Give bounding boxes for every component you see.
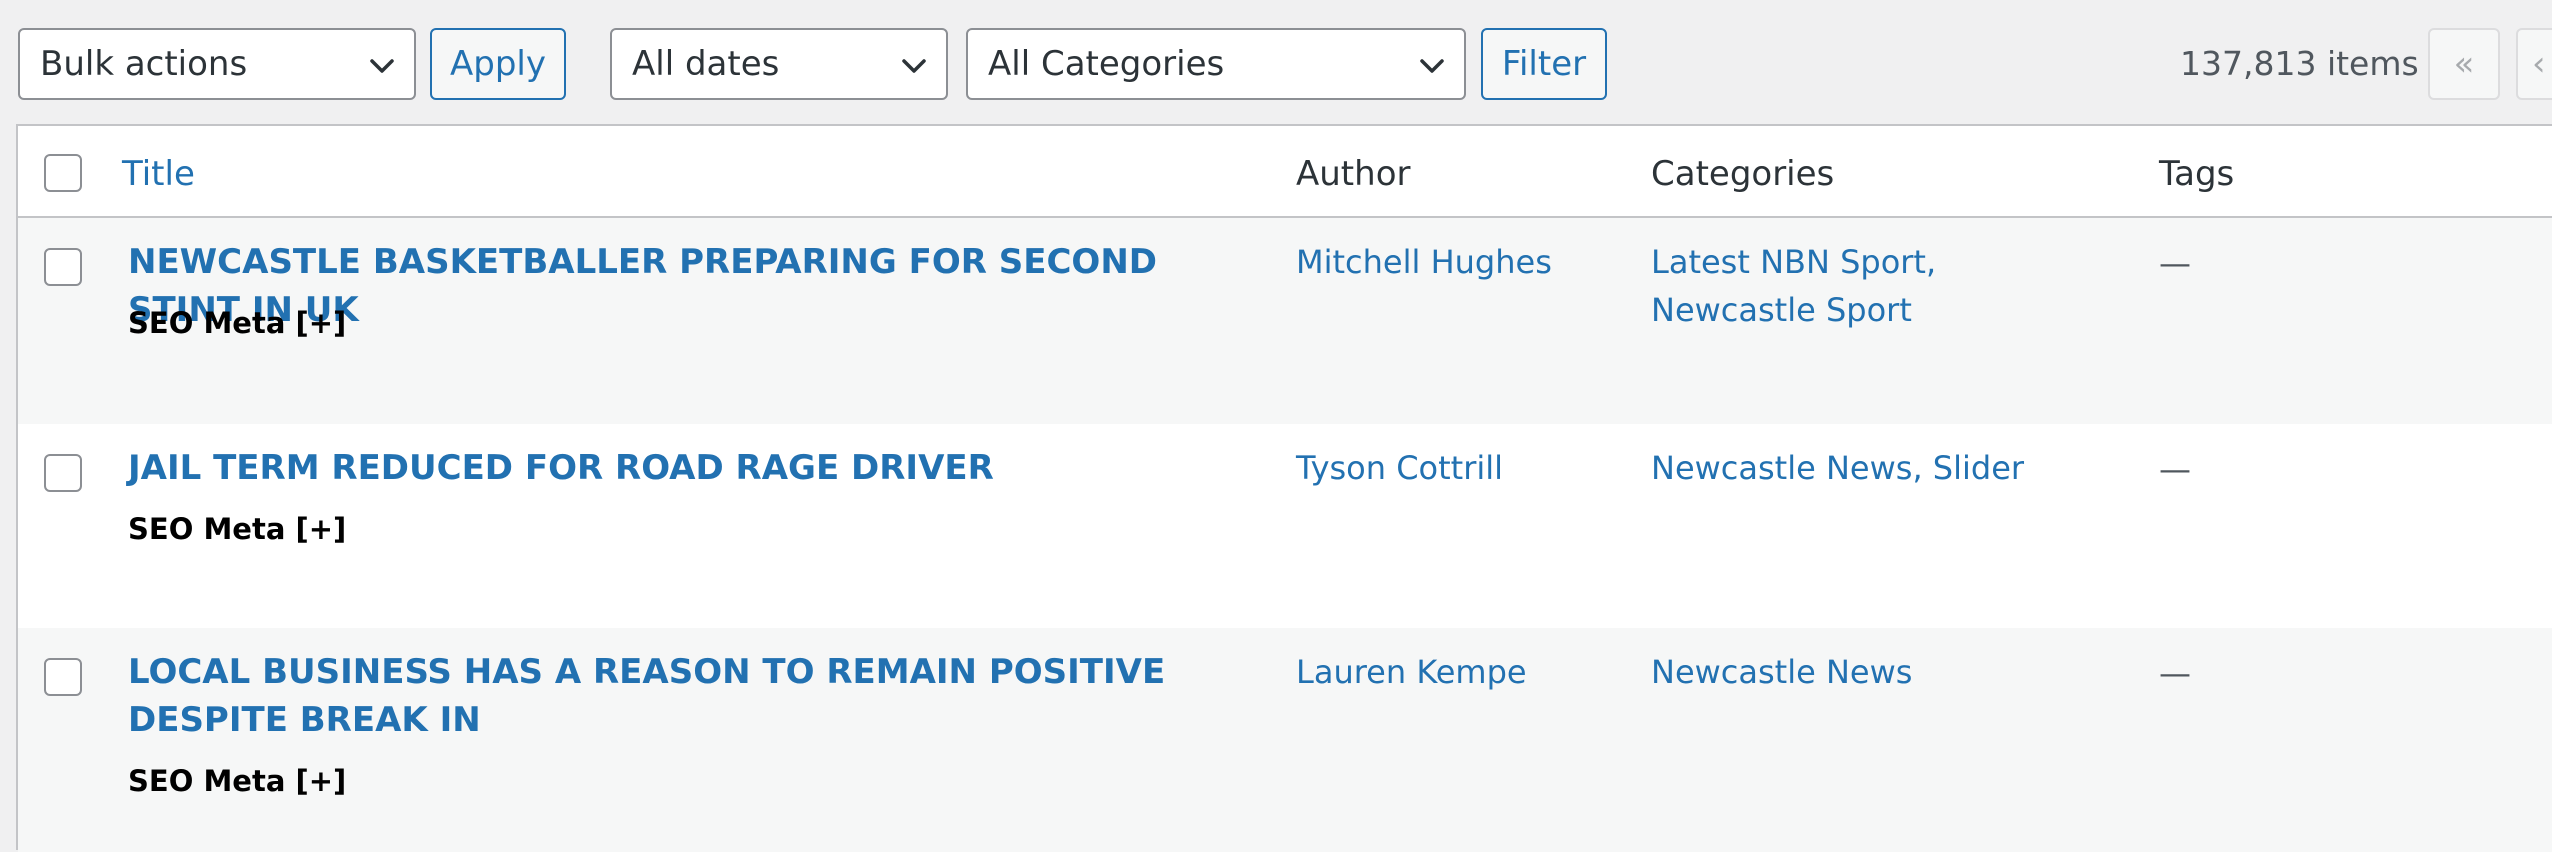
post-title-link[interactable]: LOCAL BUSINESS HAS A REASON TO REMAIN PO… xyxy=(128,648,1228,744)
tags-value: — xyxy=(2159,450,2191,488)
post-title-link[interactable]: JAIL TERM REDUCED FOR ROAD RAGE DRIVER xyxy=(128,444,1228,492)
categories-label: All Categories xyxy=(988,44,1225,84)
categories-select[interactable]: All Categories xyxy=(966,28,1466,100)
chevron-down-icon xyxy=(370,59,394,73)
prev-page-button[interactable]: ‹ xyxy=(2516,28,2552,100)
title-column-header[interactable]: Title xyxy=(122,154,195,194)
categories-column-header: Categories xyxy=(1651,154,1835,194)
author-link[interactable]: Tyson Cottrill xyxy=(1296,444,1503,492)
seo-meta-toggle[interactable]: SEO Meta [+] xyxy=(128,764,346,798)
table-row: JAIL TERM REDUCED FOR ROAD RAGE DRIVER S… xyxy=(18,424,2552,628)
tags-column-header: Tags xyxy=(2159,154,2235,194)
bulk-actions-label: Bulk actions xyxy=(40,44,248,84)
dates-label: All dates xyxy=(632,44,780,84)
select-all-checkbox[interactable] xyxy=(44,154,82,192)
row-checkbox[interactable] xyxy=(44,454,82,492)
table-row: NEWCASTLE BASKETBALLER PREPARING FOR SEC… xyxy=(18,218,2552,424)
chevron-down-icon xyxy=(902,59,926,73)
seo-meta-toggle[interactable]: SEO Meta [+] xyxy=(128,512,346,546)
categories-links[interactable]: Newcastle News, Slider xyxy=(1651,444,2091,492)
author-link[interactable]: Lauren Kempe xyxy=(1296,648,1527,696)
first-page-button[interactable]: « xyxy=(2428,28,2500,100)
author-column-header: Author xyxy=(1296,154,1411,194)
tags-value: — xyxy=(2159,654,2191,692)
table-row: LOCAL BUSINESS HAS A REASON TO REMAIN PO… xyxy=(18,628,2552,852)
table-header: Title Author Categories Tags xyxy=(18,126,2552,218)
filter-button[interactable]: Filter xyxy=(1481,28,1607,100)
categories-links[interactable]: Newcastle News xyxy=(1651,648,2091,696)
posts-table: Title Author Categories Tags NEWCASTLE B… xyxy=(16,124,2552,852)
row-checkbox[interactable] xyxy=(44,658,82,696)
dates-select[interactable]: All dates xyxy=(610,28,948,100)
row-checkbox[interactable] xyxy=(44,248,82,286)
categories-links[interactable]: Latest NBN Sport, Newcastle Sport xyxy=(1651,238,2091,334)
chevron-down-icon xyxy=(1420,59,1444,73)
items-count: 137,813 items xyxy=(2180,44,2419,83)
tags-value: — xyxy=(2159,244,2191,282)
table-toolbar: Bulk actions Apply All dates All Categor… xyxy=(0,0,2552,125)
bulk-actions-select[interactable]: Bulk actions xyxy=(18,28,416,100)
author-link[interactable]: Mitchell Hughes xyxy=(1296,238,1552,286)
apply-button[interactable]: Apply xyxy=(430,28,566,100)
seo-meta-toggle[interactable]: SEO Meta [+] xyxy=(128,306,346,340)
